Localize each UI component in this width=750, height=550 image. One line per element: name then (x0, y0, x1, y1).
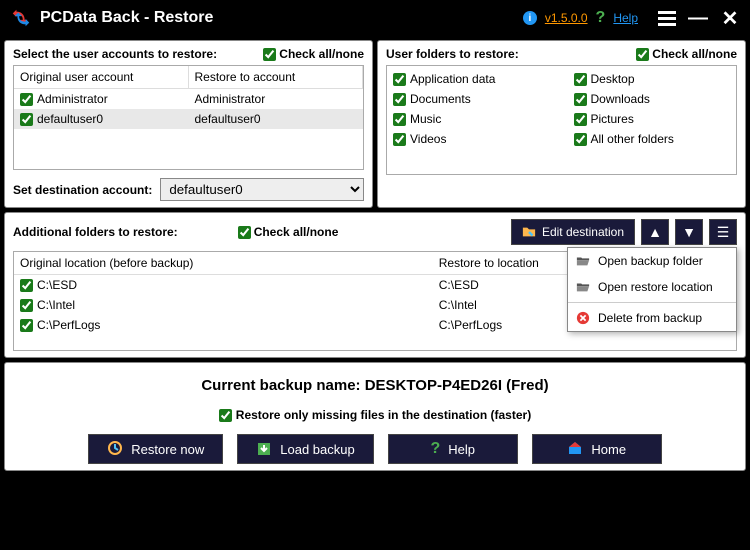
delete-icon (576, 311, 590, 325)
check-all-additional-box[interactable] (238, 226, 251, 239)
folder-item[interactable]: Application data (391, 70, 552, 88)
menu-icon[interactable] (658, 11, 676, 26)
row-checkbox[interactable] (20, 299, 33, 312)
close-button[interactable]: ✕ (720, 6, 740, 31)
restore-now-button[interactable]: Restore now (88, 434, 223, 464)
check-all-additional[interactable]: Check all/none (238, 225, 339, 239)
move-down-button[interactable]: ▼ (675, 219, 703, 245)
menu-delete-from-backup[interactable]: Delete from backup (568, 305, 736, 331)
folder-item[interactable]: Downloads (572, 90, 733, 108)
minimize-button[interactable]: — (688, 7, 708, 30)
folder-item[interactable]: Desktop (572, 70, 733, 88)
folder-open-icon (576, 254, 590, 268)
help-icon: ? (430, 440, 440, 458)
help-button[interactable]: ? Help (388, 434, 518, 464)
row-checkbox[interactable] (20, 93, 33, 106)
move-up-button[interactable]: ▲ (641, 219, 669, 245)
folder-item[interactable]: All other folders (572, 130, 733, 148)
folder-item[interactable]: Documents (391, 90, 552, 108)
additional-folders-panel: Additional folders to restore: Check all… (4, 212, 746, 358)
user-accounts-panel: Select the user accounts to restore: Che… (4, 40, 373, 208)
user-folders-grid: Application data Desktop Documents Downl… (386, 65, 737, 175)
menu-separator (568, 302, 736, 303)
app-title: PCData Back - Restore (40, 9, 213, 27)
user-folders-panel: User folders to restore: Check all/none … (377, 40, 746, 208)
load-icon (256, 440, 272, 459)
col-restore-to[interactable]: Restore to account (189, 66, 364, 88)
check-all-users[interactable]: Check all/none (263, 47, 364, 61)
context-menu: Open backup folder Open restore location… (567, 247, 737, 332)
additional-folders-heading: Additional folders to restore: (13, 225, 178, 239)
menu-open-backup-folder[interactable]: Open backup folder (568, 248, 736, 274)
restore-missing-check[interactable]: Restore only missing files in the destin… (13, 408, 737, 422)
restore-missing-checkbox[interactable] (219, 409, 232, 422)
app-logo-icon (10, 7, 32, 29)
row-checkbox[interactable] (20, 319, 33, 332)
info-icon[interactable]: i (523, 11, 537, 25)
col-original-location[interactable]: Original location (before backup) (14, 252, 433, 274)
user-accounts-table: Original user account Restore to account… (13, 65, 364, 170)
table-row[interactable]: defaultuser0 defaultuser0 (14, 109, 363, 129)
folder-edit-icon (522, 225, 536, 239)
user-accounts-heading: Select the user accounts to restore: (13, 47, 217, 61)
version-link[interactable]: v1.5.0.0 (545, 11, 588, 25)
edit-destination-button[interactable]: Edit destination (511, 219, 635, 245)
folder-item[interactable]: Videos (391, 130, 552, 148)
titlebar: PCData Back - Restore i v1.5.0.0 ? Help … (0, 0, 750, 36)
folder-item[interactable]: Pictures (572, 110, 733, 128)
restore-icon (107, 440, 123, 459)
bottom-panel: Current backup name: DESKTOP-P4ED26I (Fr… (4, 362, 746, 471)
folder-item[interactable]: Music (391, 110, 552, 128)
check-all-folders-box[interactable] (636, 48, 649, 61)
home-icon (567, 440, 583, 459)
backup-name: Current backup name: DESKTOP-P4ED26I (Fr… (13, 377, 737, 394)
dest-account-select[interactable]: defaultuser0 (160, 178, 364, 201)
more-menu-button[interactable]: ☰ (709, 219, 737, 245)
col-original-user[interactable]: Original user account (14, 66, 189, 88)
folder-open-icon (576, 280, 590, 294)
load-backup-button[interactable]: Load backup (237, 434, 373, 464)
help-link[interactable]: Help (613, 11, 638, 25)
table-row[interactable]: Administrator Administrator (14, 89, 363, 109)
check-all-folders[interactable]: Check all/none (636, 47, 737, 61)
user-folders-heading: User folders to restore: (386, 47, 519, 61)
dest-account-label: Set destination account: (13, 183, 152, 197)
menu-open-restore-location[interactable]: Open restore location (568, 274, 736, 300)
row-checkbox[interactable] (20, 279, 33, 292)
row-checkbox[interactable] (20, 113, 33, 126)
check-all-users-box[interactable] (263, 48, 276, 61)
home-button[interactable]: Home (532, 434, 662, 464)
help-icon[interactable]: ? (596, 9, 606, 27)
